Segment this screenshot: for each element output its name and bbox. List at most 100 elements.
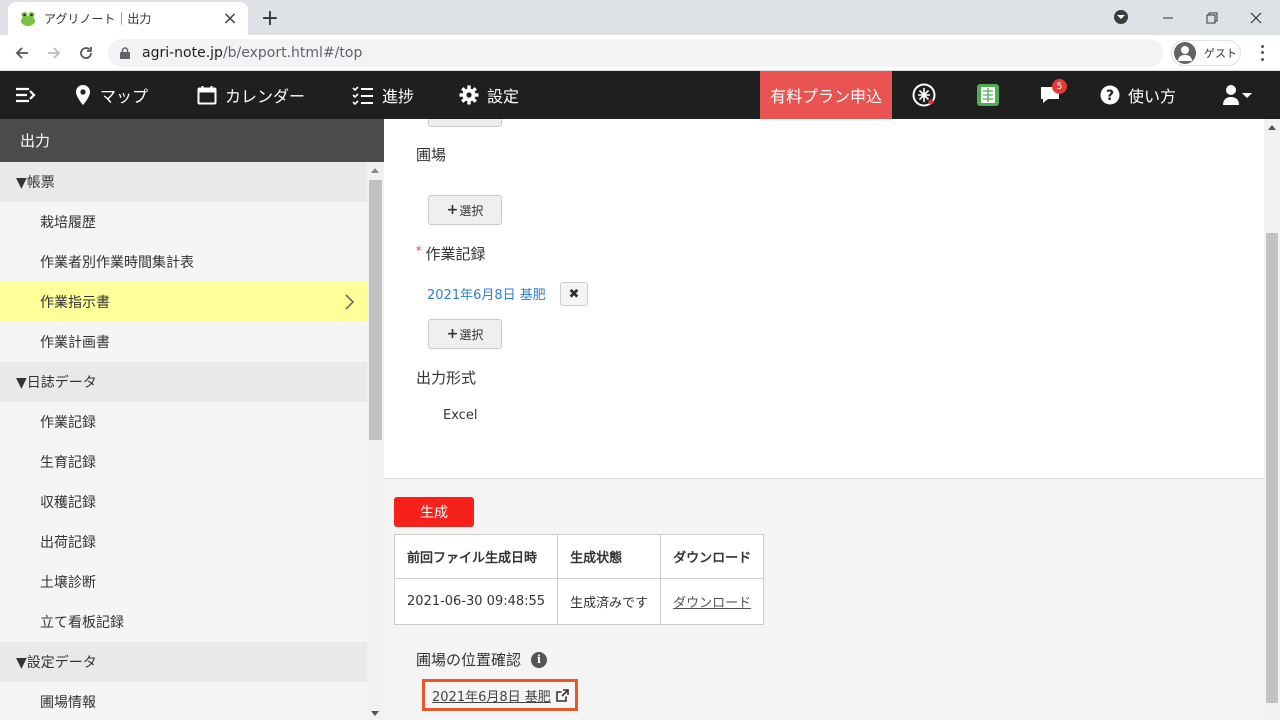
sidebar-item-shipping-records[interactable]: 出荷記録 — [0, 522, 367, 562]
plus-icon: + — [446, 202, 459, 218]
field-location-label: 圃場の位置確認 i — [416, 649, 548, 670]
sidebar-item-signboard-records[interactable]: 立て看板記録 — [0, 602, 367, 642]
guest-profile-button[interactable]: ゲスト — [1171, 40, 1241, 66]
map-pin-icon — [76, 85, 90, 105]
nav-help-label: 使い方 — [1128, 87, 1177, 106]
sidebar-item-soil-diagnosis[interactable]: 土壌診断 — [0, 562, 367, 602]
help-icon: ? — [1100, 85, 1120, 105]
guest-label: ゲスト — [1204, 47, 1237, 60]
sidebar-item-worker-time-summary[interactable]: 作業者別作業時間集計表 — [0, 242, 367, 282]
sidebar-item-harvest-records[interactable]: 収穫記録 — [0, 482, 367, 522]
window-close-icon[interactable] — [1233, 0, 1278, 35]
address-bar: agri-note.jp/b/export.html#/top ゲスト — [0, 35, 1280, 71]
nav-calendar-label: カレンダー — [225, 87, 306, 106]
notification-badge: 5 — [1052, 79, 1067, 94]
nav-help[interactable]: ? 使い方 — [1100, 71, 1176, 119]
menu-toggle-icon[interactable] — [14, 71, 46, 119]
browser-tabstrip: アグリノート｜出力 × + — [0, 0, 1280, 35]
column-header: 生成状態 — [557, 534, 662, 579]
download-link[interactable]: ダウンロード — [673, 596, 751, 611]
gear-icon — [459, 85, 479, 105]
calendar-icon — [197, 86, 217, 105]
nav-progress-label: 進捗 — [382, 87, 415, 106]
profile-menu-icon[interactable] — [1114, 10, 1128, 24]
table-header-row: 前回ファイル生成日時 生成状態 ダウンロード — [393, 534, 765, 579]
nav-settings-label: 設定 — [487, 87, 520, 106]
sidebar-item-growth-records[interactable]: 生育記録 — [0, 442, 367, 482]
tab-title: アグリノート｜出力 — [44, 12, 152, 26]
sidebar-section-diary[interactable]: ▼日誌データ — [0, 362, 367, 402]
user-menu[interactable] — [1222, 71, 1262, 119]
minimize-icon[interactable] — [1145, 0, 1190, 35]
sidebar-item-label: 作業指示書 — [40, 295, 110, 311]
sidebar-item-work-records[interactable]: 作業記録 — [0, 402, 367, 442]
browser-tab[interactable]: アグリノート｜出力 × — [8, 2, 248, 35]
scroll-up-icon[interactable] — [1268, 125, 1276, 130]
back-icon[interactable] — [10, 41, 34, 65]
column-header: 前回ファイル生成日時 — [393, 534, 559, 579]
field-location-link[interactable]: 2021年6月8日 基肥 — [432, 686, 551, 705]
scroll-up-icon[interactable] — [371, 168, 379, 173]
green-book-icon[interactable] — [964, 71, 1012, 119]
work-record-select-button[interactable]: + 選択 — [428, 319, 502, 349]
browser-menu-icon[interactable] — [1252, 43, 1272, 63]
info-icon[interactable]: i — [531, 651, 548, 668]
download-cell: ダウンロード — [660, 578, 765, 625]
url-text: agri-note.jp/b/export.html#/top — [142, 45, 363, 61]
lock-icon — [120, 47, 130, 59]
sidebar-list: ▼帳票 栽培履歴 作業者別作業時間集計表 作業指示書 作業計画書 ▼日誌データ … — [0, 162, 367, 720]
tab-close-icon[interactable]: × — [220, 8, 240, 29]
nav-calendar[interactable]: カレンダー — [197, 71, 305, 119]
url-field[interactable]: agri-note.jp/b/export.html#/top — [108, 39, 1163, 67]
sidebar-title: 出力 — [0, 119, 384, 162]
sidebar-item-cultivation-history[interactable]: 栽培履歴 — [0, 202, 367, 242]
output-format-label: 出力形式 — [416, 369, 477, 387]
table-row: 2021-06-30 09:48:55 生成済みです ダウンロード — [393, 578, 765, 625]
frog-favicon-icon — [21, 11, 35, 26]
notification-icon[interactable]: 5 — [1026, 71, 1074, 119]
selected-work-record-link[interactable]: 2021年6月8日 基肥 — [427, 284, 546, 303]
scroll-down-icon[interactable] — [371, 711, 379, 716]
field-select-button[interactable]: + 選択 — [428, 195, 502, 225]
rice-icon[interactable] — [900, 71, 948, 119]
output-format-value: Excel — [443, 408, 478, 423]
chevron-right-icon — [345, 294, 354, 310]
main-scrollbar[interactable] — [1264, 119, 1280, 720]
sidebar-item-work-plan[interactable]: 作業計画書 — [0, 322, 367, 362]
field-label: 圃場 — [416, 146, 447, 164]
remove-record-icon[interactable]: ✖ — [560, 282, 588, 306]
sidebar-item-field-info[interactable]: 圃場情報 — [0, 682, 367, 720]
forward-icon[interactable] — [42, 41, 66, 65]
nav-map-label: マップ — [100, 87, 149, 106]
external-link-icon[interactable] — [555, 688, 569, 702]
nav-settings[interactable]: 設定 — [459, 71, 519, 119]
sidebar-section-forms[interactable]: ▼帳票 — [0, 162, 367, 202]
checklist-icon — [352, 86, 373, 105]
generation-status: 生成済みです — [557, 578, 662, 625]
work-record-label: * 作業記録 — [416, 244, 486, 263]
sidebar-item-work-instructions[interactable]: 作業指示書 — [0, 282, 367, 322]
scroll-thumb[interactable] — [1266, 233, 1278, 703]
last-generated-datetime: 2021-06-30 09:48:55 — [393, 578, 559, 625]
export-form-card: 圃場 + 選択 * 作業記録 2021年6月8日 基肥 ✖ + 選択 出力形式 Exc… — [384, 119, 1264, 479]
sidebar-section-settings-data[interactable]: ▼設定データ — [0, 642, 367, 682]
scroll-thumb[interactable] — [369, 180, 382, 440]
new-tab-icon[interactable]: + — [258, 6, 282, 31]
main-content: 圃場 + 選択 * 作業記録 2021年6月8日 基肥 ✖ + 選択 出力形式 Exc… — [384, 119, 1280, 720]
nav-map[interactable]: マップ — [74, 71, 148, 119]
svg-text:?: ? — [1106, 88, 1114, 104]
select-label: 選択 — [459, 203, 484, 218]
column-header: ダウンロード — [660, 534, 765, 579]
generation-table: 前回ファイル生成日時 生成状態 ダウンロード 2021-06-30 09:48:… — [393, 534, 765, 625]
location-link-highlight: 2021年6月8日 基肥 — [422, 679, 578, 711]
reload-icon[interactable] — [74, 41, 98, 65]
sidebar-scrollbar[interactable] — [367, 162, 384, 720]
generate-button[interactable]: 生成 — [394, 497, 474, 527]
select-button-partial[interactable] — [428, 119, 502, 127]
guest-avatar-icon — [1174, 42, 1196, 64]
restore-icon[interactable] — [1189, 0, 1234, 35]
user-icon — [1223, 85, 1252, 105]
paid-plan-button[interactable]: 有料プラン申込 — [760, 71, 892, 119]
plus-icon: + — [446, 326, 459, 342]
nav-progress[interactable]: 進捗 — [352, 71, 414, 119]
